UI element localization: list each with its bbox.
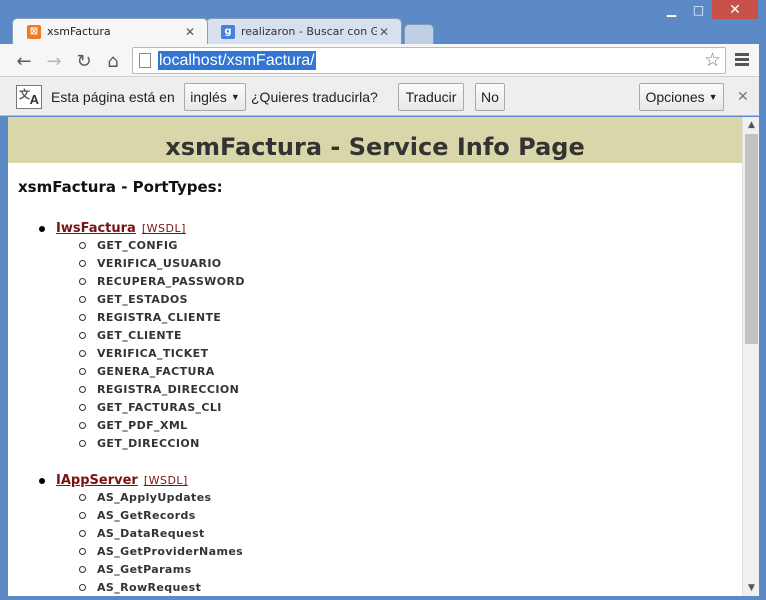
menu-icon[interactable] xyxy=(735,53,749,68)
language-label: inglés xyxy=(190,89,227,105)
home-icon[interactable]: ⌂ xyxy=(101,49,125,73)
new-tab-button[interactable] xyxy=(404,24,434,44)
operation-item: GET_CONFIG xyxy=(79,237,245,255)
vertical-scrollbar[interactable]: ▲ ▼ xyxy=(742,117,759,596)
wsdl-link[interactable]: [WSDL] xyxy=(144,474,188,487)
address-bar[interactable]: localhost/xsmFactura/ ☆ xyxy=(132,47,726,74)
operation-list: GET_CONFIG VERIFICA_USUARIO RECUPERA_PASSW… xyxy=(79,237,245,453)
bullet xyxy=(39,478,45,484)
operation-item: GET_CLIENTE xyxy=(79,327,245,345)
porttype-item: IwsFactura [WSDL] xyxy=(39,221,186,236)
tab-title: realizaron - Buscar con Go xyxy=(241,25,377,38)
minimize-button[interactable]: ▁ xyxy=(658,0,685,19)
operation-item: REGISTRA_CLIENTE xyxy=(79,309,245,327)
bullet xyxy=(39,226,45,232)
close-window-button[interactable]: ✕ xyxy=(712,0,758,19)
no-button[interactable]: No xyxy=(475,83,505,111)
operation-item: AS_GetParams xyxy=(78,561,243,579)
operation-item: AS_GetRecords xyxy=(78,507,243,525)
operation-list: AS_ApplyUpdates AS_GetRecords AS_DataReque… xyxy=(78,489,243,596)
porttypes-heading: xsmFactura - PortTypes: xyxy=(18,178,223,196)
operation-item: AS_RowRequest xyxy=(78,579,243,596)
window-controls: ▁ □ ✕ xyxy=(658,0,758,20)
chevron-down-icon: ▼ xyxy=(230,92,240,102)
porttype-link[interactable]: IAppServer xyxy=(56,473,138,488)
operation-item: GENERA_FACTURA xyxy=(79,363,245,381)
options-label: Opciones xyxy=(645,89,705,105)
translate-icon: 文A xyxy=(16,85,42,109)
operation-item: VERIFICA_TICKET xyxy=(79,345,245,363)
operation-item: GET_DIRECCION xyxy=(79,435,245,453)
window-frame-right xyxy=(759,44,766,600)
back-arrow-icon[interactable]: ← xyxy=(12,49,36,73)
translate-bar: 文A Esta página está en inglés ▼ ¿Quieres … xyxy=(0,77,766,116)
page-title: xsmFactura - Service Info Page xyxy=(165,133,585,161)
scrollbar-thumb[interactable] xyxy=(745,134,758,344)
operation-item: GET_ESTADOS xyxy=(79,291,245,309)
operation-item: AS_DataRequest xyxy=(78,525,243,543)
porttype-link[interactable]: IwsFactura xyxy=(56,221,136,236)
translate-button[interactable]: Traducir xyxy=(398,83,464,111)
close-icon[interactable]: ✕ xyxy=(737,88,749,105)
page-icon xyxy=(139,53,151,68)
operation-item: AS_ApplyUpdates xyxy=(78,489,243,507)
window-frame-left xyxy=(0,117,8,596)
operation-item: RECUPERA_PASSWORD xyxy=(79,273,245,291)
tab-google-search[interactable]: g realizaron - Buscar con Go ✕ xyxy=(206,18,402,44)
scroll-up-icon[interactable]: ▲ xyxy=(743,117,760,133)
language-select[interactable]: inglés ▼ xyxy=(184,83,246,111)
tab-xsmfactura[interactable]: ⊠ xsmFactura ✕ xyxy=(12,18,208,44)
forward-arrow-icon[interactable]: → xyxy=(42,49,66,73)
operation-item: GET_PDF_XML xyxy=(79,417,245,435)
porttype-item: IAppServer [WSDL] xyxy=(39,473,188,488)
operation-item: REGISTRA_DIRECCION xyxy=(79,381,245,399)
tab-close-icon[interactable]: ✕ xyxy=(183,25,197,39)
google-icon: g xyxy=(221,24,235,39)
maximize-button[interactable]: □ xyxy=(685,0,712,19)
operation-item: AS_GetProviderNames xyxy=(78,543,243,561)
xampp-icon: ⊠ xyxy=(27,24,41,39)
title-banner: xsmFactura - Service Info Page xyxy=(8,117,742,163)
wsdl-link[interactable]: [WSDL] xyxy=(142,222,186,235)
translate-question: ¿Quieres traducirla? xyxy=(251,89,378,105)
browser-toolbar: ← → ↻ ⌂ localhost/xsmFactura/ ☆ xyxy=(0,44,766,77)
scroll-down-icon[interactable]: ▼ xyxy=(743,580,760,596)
translate-prefix: Esta página está en xyxy=(51,89,175,105)
window-frame-bottom xyxy=(0,596,766,600)
tab-title: xsmFactura xyxy=(47,25,111,38)
operation-item: VERIFICA_USUARIO xyxy=(79,255,245,273)
page-viewport: xsmFactura - Service Info Page xsmFactur… xyxy=(8,117,742,596)
chevron-down-icon: ▼ xyxy=(708,92,718,102)
reload-icon[interactable]: ↻ xyxy=(72,49,96,73)
bookmark-star-icon[interactable]: ☆ xyxy=(704,49,721,71)
options-button[interactable]: Opciones ▼ xyxy=(639,83,724,111)
tab-close-icon[interactable]: ✕ xyxy=(377,25,391,39)
operation-item: GET_FACTURAS_CLI xyxy=(79,399,245,417)
url-text[interactable]: localhost/xsmFactura/ xyxy=(158,51,316,70)
